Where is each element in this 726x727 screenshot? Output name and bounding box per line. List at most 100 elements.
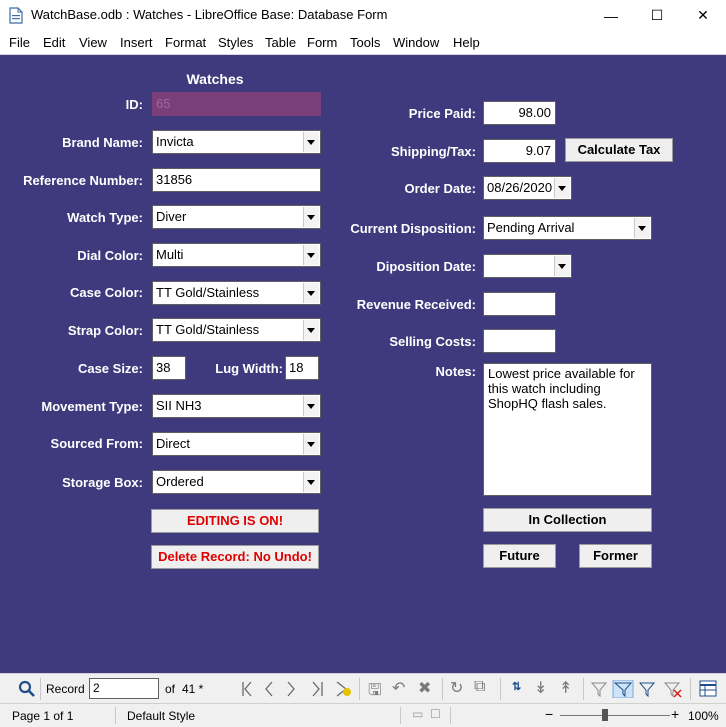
storage-value: Ordered bbox=[156, 474, 204, 489]
menu-format[interactable]: Format bbox=[165, 35, 206, 50]
sort-descending-icon[interactable]: ↟ bbox=[559, 678, 572, 698]
new-record-icon[interactable] bbox=[334, 680, 352, 698]
data-source-icon[interactable] bbox=[699, 680, 717, 697]
zoom-out-button[interactable]: − bbox=[545, 706, 553, 722]
chevron-down-icon[interactable] bbox=[554, 178, 570, 198]
refresh-icon[interactable]: ↻ bbox=[450, 678, 463, 698]
case-size-field[interactable]: 38 bbox=[152, 356, 186, 380]
notes-textarea[interactable]: Lowest price available for this watch in… bbox=[483, 363, 652, 496]
zoom-in-button[interactable]: + bbox=[671, 706, 679, 722]
menu-bar: File Edit View Insert Format Styles Tabl… bbox=[0, 31, 726, 55]
maximize-button[interactable]: ☐ bbox=[634, 0, 680, 31]
undo-icon[interactable]: ↶ bbox=[392, 678, 405, 698]
previous-record-icon[interactable] bbox=[265, 681, 273, 697]
menu-styles[interactable]: Styles bbox=[218, 35, 253, 50]
next-record-icon[interactable] bbox=[287, 681, 295, 697]
document-modified-icon: ☐ bbox=[430, 707, 441, 721]
sourced-value: Direct bbox=[156, 436, 190, 451]
brand-combo[interactable]: Invicta bbox=[152, 130, 321, 154]
menu-help[interactable]: Help bbox=[453, 35, 480, 50]
movement-combo[interactable]: SII NH3 bbox=[152, 394, 321, 418]
separator bbox=[359, 678, 360, 700]
sort-icon[interactable]: ⇅ bbox=[512, 680, 521, 693]
record-nav-arrows bbox=[242, 681, 323, 697]
reference-field[interactable]: 31856 bbox=[152, 168, 321, 192]
menu-view[interactable]: View bbox=[79, 35, 107, 50]
record-label: Record bbox=[46, 682, 85, 696]
minimize-button[interactable]: — bbox=[588, 0, 634, 31]
separator bbox=[442, 678, 443, 700]
delete-record-icon[interactable]: ✖ bbox=[418, 678, 431, 698]
menu-edit[interactable]: Edit bbox=[43, 35, 65, 50]
filter-icons bbox=[590, 680, 682, 698]
menu-file[interactable]: File bbox=[9, 35, 30, 50]
chevron-down-icon[interactable] bbox=[303, 434, 319, 454]
movement-label: Movement Type: bbox=[41, 399, 143, 414]
sourced-combo[interactable]: Direct bbox=[152, 432, 321, 456]
menu-insert[interactable]: Insert bbox=[120, 35, 153, 50]
selling-costs-field[interactable] bbox=[483, 329, 556, 353]
lug-width-field[interactable]: 18 bbox=[285, 356, 319, 380]
chevron-down-icon[interactable] bbox=[303, 396, 319, 416]
dial-color-value: Multi bbox=[156, 247, 184, 262]
page-style: Default Style bbox=[127, 709, 196, 723]
sort-ascending-icon[interactable]: ↡ bbox=[534, 678, 547, 698]
record-total: 41 * bbox=[182, 682, 204, 696]
chevron-down-icon[interactable] bbox=[303, 207, 319, 227]
lug-width-label: Lug Width: bbox=[215, 361, 283, 376]
strap-color-combo[interactable]: TT Gold/Stainless bbox=[152, 318, 321, 342]
first-record-chevron[interactable] bbox=[244, 681, 252, 697]
menu-table[interactable]: Table bbox=[265, 35, 296, 50]
watch-type-combo[interactable]: Diver bbox=[152, 205, 321, 229]
last-record-icon[interactable] bbox=[312, 681, 320, 697]
price-paid-field[interactable]: 98.00 bbox=[483, 101, 556, 125]
standard-filter-icon[interactable] bbox=[638, 682, 656, 698]
strap-color-value: TT Gold/Stainless bbox=[156, 322, 260, 337]
order-date-field[interactable]: 08/26/2020 bbox=[483, 176, 572, 200]
disposition-combo[interactable]: Pending Arrival bbox=[483, 216, 652, 240]
calculate-tax-button[interactable]: Calculate Tax bbox=[565, 138, 673, 162]
chevron-down-icon[interactable] bbox=[303, 132, 319, 152]
sourced-label: Sourced From: bbox=[50, 436, 143, 451]
save-record-icon[interactable]: 🖫 bbox=[368, 679, 382, 706]
chevron-down-icon[interactable] bbox=[303, 283, 319, 303]
delete-record-button[interactable]: Delete Record: No Undo! bbox=[151, 545, 319, 569]
future-button[interactable]: Future bbox=[483, 544, 556, 568]
in-collection-button[interactable]: In Collection bbox=[483, 508, 652, 532]
storage-combo[interactable]: Ordered bbox=[152, 470, 321, 494]
dial-color-combo[interactable]: Multi bbox=[152, 243, 321, 267]
chevron-down-icon[interactable] bbox=[303, 320, 319, 340]
disposition-date-label: Diposition Date: bbox=[376, 259, 476, 274]
id-field: 65 bbox=[152, 92, 321, 116]
case-color-combo[interactable]: TT Gold/Stainless bbox=[152, 281, 321, 305]
editing-toggle-button[interactable]: EDITING IS ON! bbox=[151, 509, 319, 533]
find-record-icon[interactable] bbox=[18, 680, 35, 697]
shipping-field[interactable]: 9.07 bbox=[483, 139, 556, 163]
case-color-value: TT Gold/Stainless bbox=[156, 285, 260, 300]
menu-window[interactable]: Window bbox=[393, 35, 439, 50]
zoom-level[interactable]: 100% bbox=[688, 709, 719, 723]
former-button[interactable]: Former bbox=[579, 544, 652, 568]
chevron-down-icon[interactable] bbox=[554, 256, 570, 276]
menu-form[interactable]: Form bbox=[307, 35, 337, 50]
of-label: of bbox=[165, 682, 176, 696]
separator bbox=[690, 678, 691, 700]
brand-value: Invicta bbox=[156, 134, 194, 149]
status-bar: Page 1 of 1 Default Style ▭ ☐ − + 100% bbox=[0, 703, 726, 727]
zoom-slider-thumb[interactable] bbox=[602, 709, 608, 721]
window-title: WatchBase.odb : Watches - LibreOffice Ba… bbox=[31, 7, 388, 22]
disposition-label: Current Disposition: bbox=[350, 221, 476, 236]
chevron-down-icon[interactable] bbox=[303, 245, 319, 265]
refresh-control-icon[interactable]: ⧉ bbox=[474, 678, 485, 696]
autofilter-icon[interactable] bbox=[590, 682, 608, 698]
selection-mode-icon: ▭ bbox=[412, 707, 424, 721]
record-number-input[interactable]: 2 bbox=[89, 678, 159, 699]
menu-tools[interactable]: Tools bbox=[350, 35, 380, 50]
chevron-down-icon[interactable] bbox=[634, 218, 650, 238]
record-navigation-bar: Record 2 of 41 * 🖫 ↶ ✖ ↻ ⧉ ⇅ ↡ ↟ bbox=[0, 673, 726, 703]
disposition-date-field[interactable] bbox=[483, 254, 572, 278]
close-button[interactable]: ✕ bbox=[680, 0, 726, 31]
revenue-field[interactable] bbox=[483, 292, 556, 316]
zoom-slider-track[interactable] bbox=[560, 715, 670, 716]
chevron-down-icon[interactable] bbox=[303, 472, 319, 492]
